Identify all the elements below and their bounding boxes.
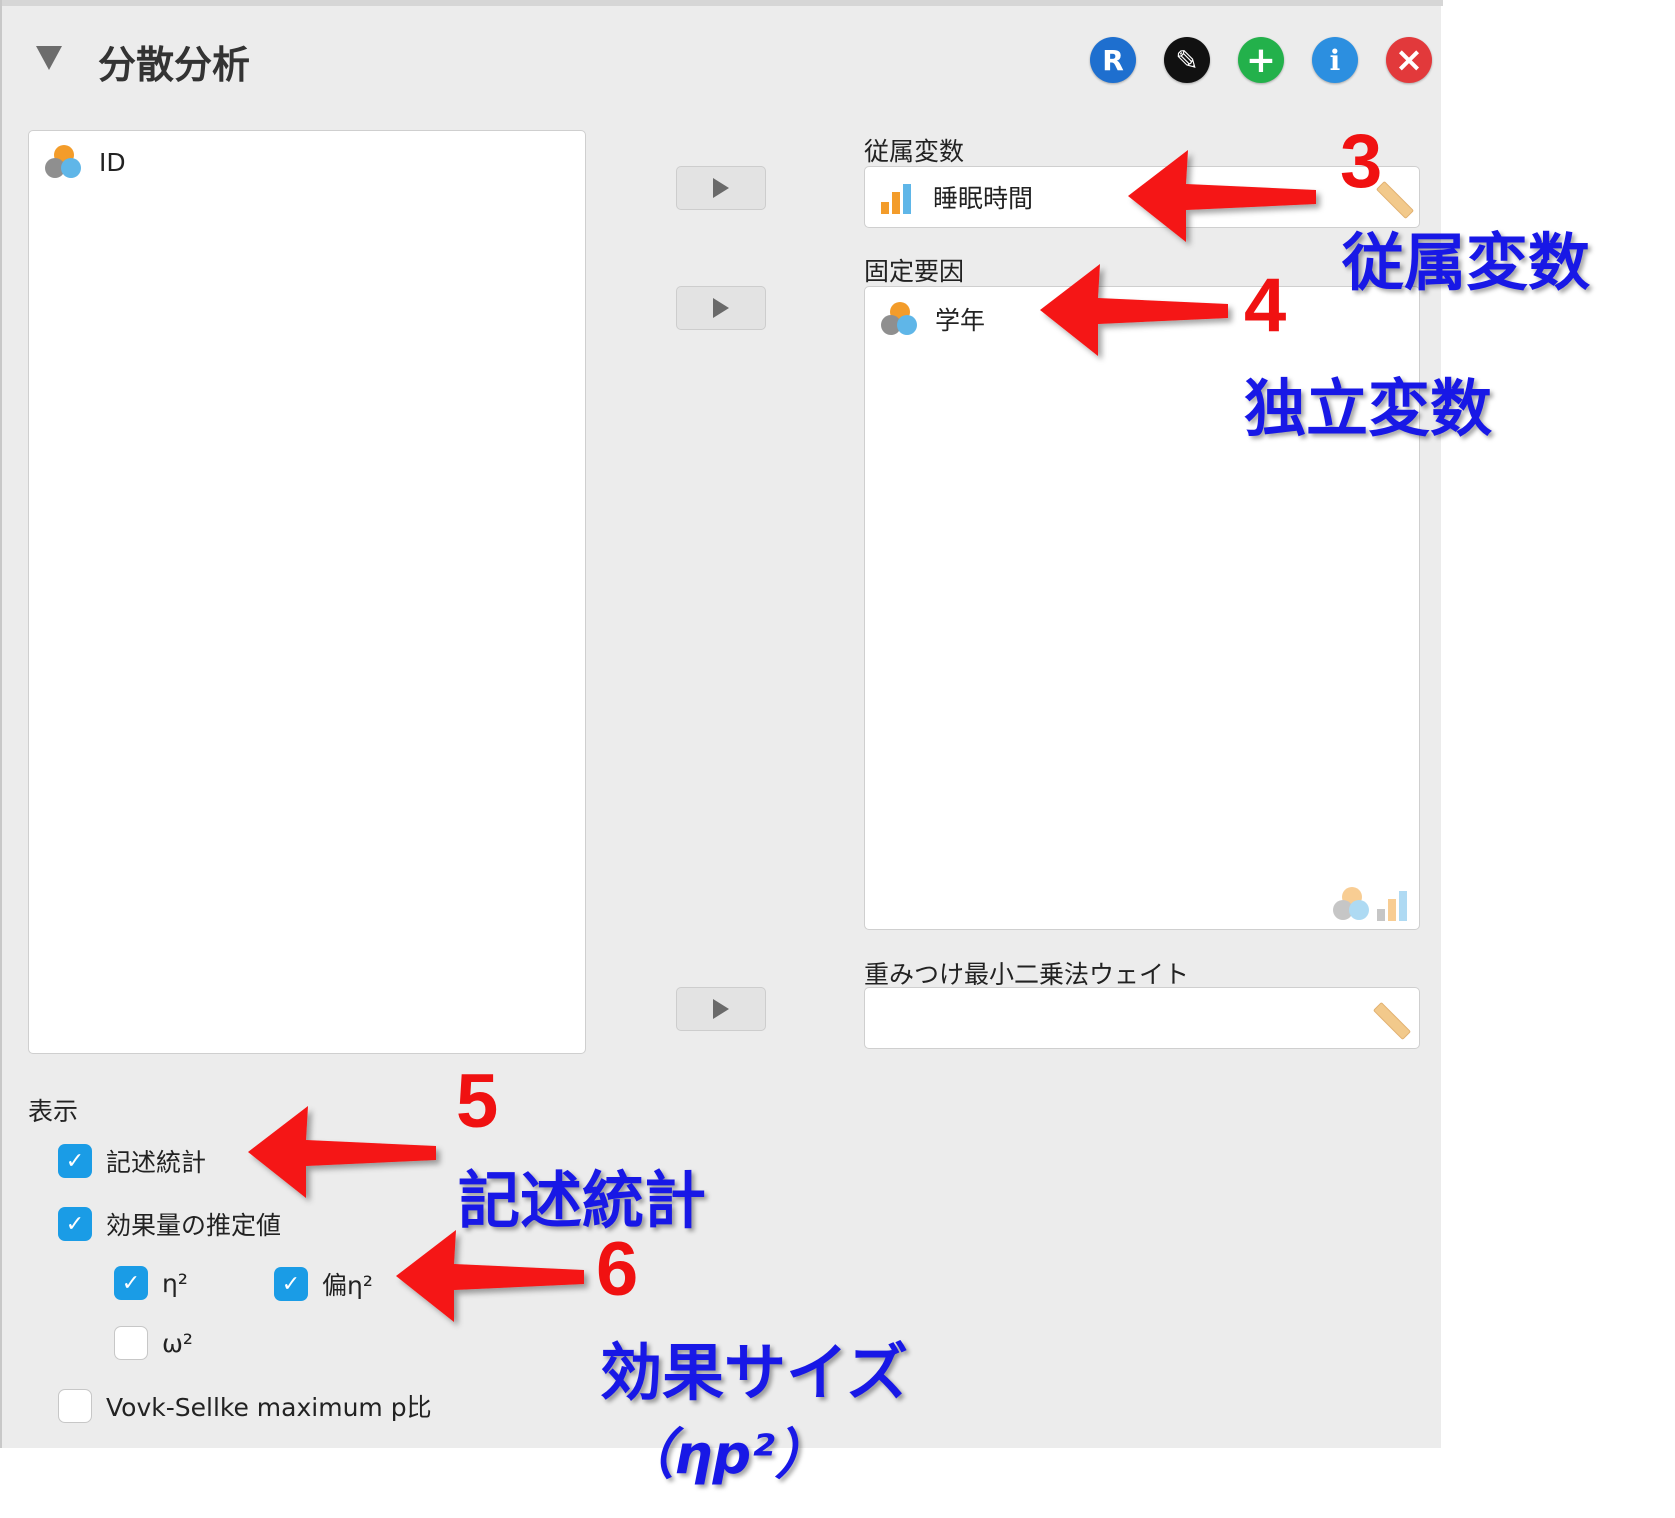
annotation-text-6: 効果サイズ bbox=[600, 1336, 909, 1409]
arrow-6 bbox=[396, 1230, 584, 1322]
annotation-number-3: 3 bbox=[1340, 119, 1383, 204]
arrow-4 bbox=[1040, 264, 1228, 356]
annotation-subtext-6: （ηp²） bbox=[620, 1423, 829, 1486]
annotation-text-5: 記述統計 bbox=[458, 1164, 707, 1237]
annotation-number-4: 4 bbox=[1244, 263, 1287, 348]
arrow-5 bbox=[248, 1106, 436, 1198]
annotation-number-6: 6 bbox=[596, 1227, 639, 1312]
arrow-3 bbox=[1128, 150, 1316, 242]
annotation-number-5: 5 bbox=[456, 1059, 499, 1144]
annotation-text-4: 独立変数 bbox=[1244, 372, 1493, 445]
annotation-text-3: 従属変数 bbox=[1342, 226, 1591, 299]
